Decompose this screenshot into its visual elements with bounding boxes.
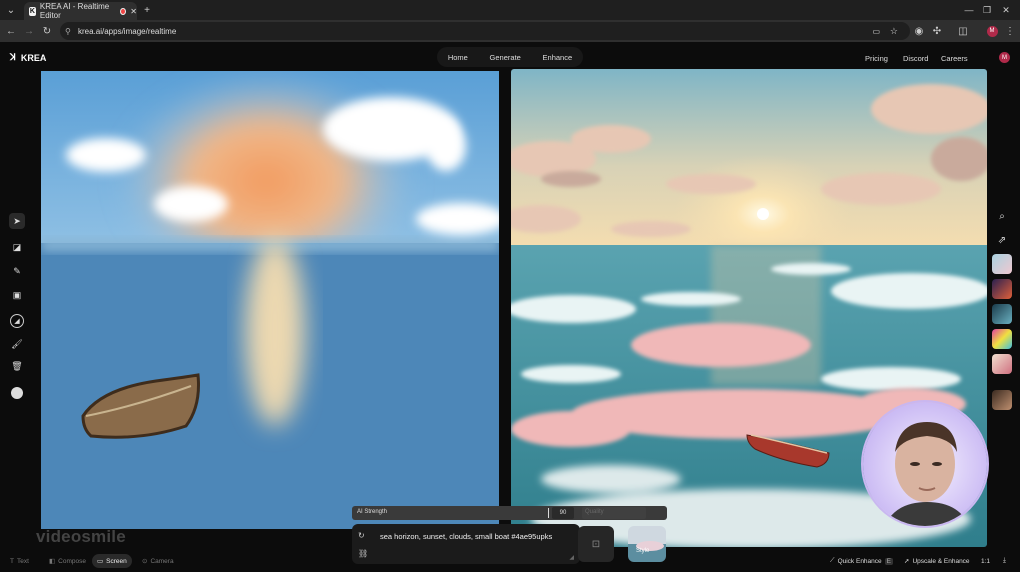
refresh-seed-icon[interactable]: ↻ bbox=[358, 531, 365, 540]
upscale-enhance-button[interactable]: ➚ Upscale & Enhance bbox=[904, 554, 970, 568]
browser-toolbar: ← → ↻ ⚲ krea.ai/apps/image/realtime ▭ ☆ … bbox=[0, 20, 1020, 42]
tab-search-icon[interactable]: ⌄ bbox=[4, 3, 18, 17]
nav-careers[interactable]: Careers bbox=[941, 54, 968, 63]
trash-icon[interactable]: 🗑 bbox=[9, 358, 25, 374]
strength-handle[interactable] bbox=[548, 508, 549, 518]
style-button[interactable]: Style bbox=[628, 526, 666, 562]
shortcut-badge: E bbox=[884, 557, 893, 565]
restore-icon[interactable]: ❐ bbox=[980, 3, 994, 17]
extension-icon[interactable]: ◉ bbox=[912, 24, 926, 38]
compose-icon: ◧ bbox=[49, 558, 56, 565]
site-info-icon[interactable]: ⚲ bbox=[65, 27, 71, 36]
bookmark-star-icon[interactable]: ☆ bbox=[890, 26, 898, 37]
presenter-video bbox=[863, 402, 987, 526]
quick-enhance-button[interactable]: ⟋ Quick Enhance E bbox=[830, 554, 893, 568]
url-text: krea.ai/apps/image/realtime bbox=[78, 26, 177, 36]
ai-strength-value[interactable]: 90 bbox=[552, 507, 574, 519]
camera-icon: ⊙ bbox=[142, 558, 148, 565]
image-upload-icon[interactable]: ▣ bbox=[9, 287, 25, 303]
nav-home[interactable]: Home bbox=[448, 53, 468, 62]
history-thumb-1[interactable] bbox=[992, 254, 1012, 274]
install-app-icon[interactable]: ▭ bbox=[872, 27, 880, 36]
aspect-ratio-button[interactable]: 1:1 bbox=[981, 554, 990, 568]
tab-text[interactable]: T Text bbox=[5, 554, 34, 568]
search-icon[interactable]: ⌕ bbox=[992, 206, 1012, 226]
prompt-panel: ↻ ⛓ sea horizon, sunset, clouds, small b… bbox=[352, 524, 580, 564]
nav-generate[interactable]: Generate bbox=[490, 53, 521, 62]
main-nav: Home Generate Enhance bbox=[437, 47, 583, 67]
image-prompt-button[interactable]: ⊡ bbox=[578, 526, 614, 562]
ai-strength-slider[interactable]: AI Strength 90 Quality bbox=[352, 506, 667, 520]
address-bar[interactable]: ⚲ krea.ai/apps/image/realtime ▭ ☆ bbox=[60, 22, 910, 40]
history-thumb-5[interactable] bbox=[992, 354, 1012, 374]
tab-camera[interactable]: ⊙ Camera bbox=[137, 554, 179, 568]
drawing-canvas[interactable] bbox=[41, 71, 499, 529]
tab-close-icon[interactable]: ✕ bbox=[130, 7, 137, 16]
add-image-icon: ⊡ bbox=[591, 538, 601, 550]
nav-pricing[interactable]: Pricing bbox=[865, 54, 888, 63]
minimize-icon[interactable]: — bbox=[962, 3, 976, 17]
tab-screen[interactable]: ▭ Screen bbox=[92, 554, 132, 568]
eraser-tool-icon[interactable]: ◪ bbox=[9, 239, 25, 255]
quality-track[interactable] bbox=[582, 507, 646, 519]
style-thumbnail bbox=[628, 526, 666, 562]
logo-text: KREA bbox=[20, 52, 47, 63]
screen-icon: ▭ bbox=[97, 558, 104, 565]
nav-discord[interactable]: Discord bbox=[903, 54, 928, 63]
new-tab-icon[interactable]: + bbox=[140, 3, 154, 17]
link-icon[interactable]: ⛓ bbox=[358, 549, 368, 558]
krea-logo[interactable]: ꓘ KREA bbox=[10, 52, 46, 63]
browser-menu-icon[interactable]: ⋮ bbox=[1003, 24, 1017, 38]
krea-favicon-icon: K bbox=[29, 6, 36, 16]
resize-handle-icon[interactable]: ◢ bbox=[569, 554, 574, 561]
history-thumb-6[interactable] bbox=[992, 390, 1012, 410]
send-icon: ➚ bbox=[904, 558, 910, 565]
sidebar-icon[interactable]: ◫ bbox=[956, 24, 970, 38]
tab-compose[interactable]: ◧ Compose bbox=[44, 554, 91, 568]
tab-title: KREA AI - Realtime Editor bbox=[39, 2, 110, 20]
browser-tab-bar: ⌄ K KREA AI - Realtime Editor ✕ + — ❐ ✕ bbox=[0, 0, 1020, 20]
pen-tool-icon[interactable]: ✎ bbox=[9, 263, 25, 279]
forward-icon[interactable]: → bbox=[22, 24, 36, 38]
download-icon[interactable]: ⤓ bbox=[1003, 554, 1006, 568]
sketch-svg bbox=[41, 71, 499, 529]
watermark: videosmile bbox=[36, 527, 126, 546]
paint-bucket-icon[interactable]: 🖌 bbox=[9, 336, 25, 352]
history-thumb-3[interactable] bbox=[992, 304, 1012, 324]
webcam-toggle-icon[interactable] bbox=[9, 385, 25, 401]
back-icon[interactable]: ← bbox=[4, 24, 18, 38]
user-avatar[interactable]: M bbox=[999, 52, 1010, 63]
browser-tab[interactable]: K KREA AI - Realtime Editor ✕ bbox=[24, 2, 137, 20]
prompt-input[interactable]: sea horizon, sunset, clouds, small boat … bbox=[380, 532, 552, 541]
krea-logo-icon: ꓘ bbox=[10, 52, 16, 62]
brush-size-icon[interactable]: ◢ bbox=[9, 313, 25, 329]
share-icon[interactable]: ⇗ bbox=[992, 230, 1012, 250]
recording-icon bbox=[120, 7, 127, 15]
reload-icon[interactable]: ↻ bbox=[40, 24, 54, 38]
close-window-icon[interactable]: ✕ bbox=[999, 3, 1013, 17]
nav-enhance[interactable]: Enhance bbox=[543, 53, 573, 62]
text-icon: T bbox=[10, 557, 14, 565]
history-thumb-4[interactable] bbox=[992, 329, 1012, 349]
extensions-puzzle-icon[interactable]: ✣ bbox=[930, 24, 944, 38]
webcam-overlay bbox=[861, 400, 989, 528]
app-header: ꓘ KREA Home Generate Enhance Pricing Dis… bbox=[0, 42, 1020, 72]
profile-avatar[interactable]: M bbox=[985, 24, 999, 38]
ai-strength-label: AI Strength bbox=[357, 509, 388, 515]
magic-wand-icon: ⟋ bbox=[830, 557, 835, 564]
select-tool-icon[interactable]: ➤ bbox=[9, 213, 25, 229]
history-thumb-2[interactable] bbox=[992, 279, 1012, 299]
style-label: Style bbox=[636, 548, 650, 554]
